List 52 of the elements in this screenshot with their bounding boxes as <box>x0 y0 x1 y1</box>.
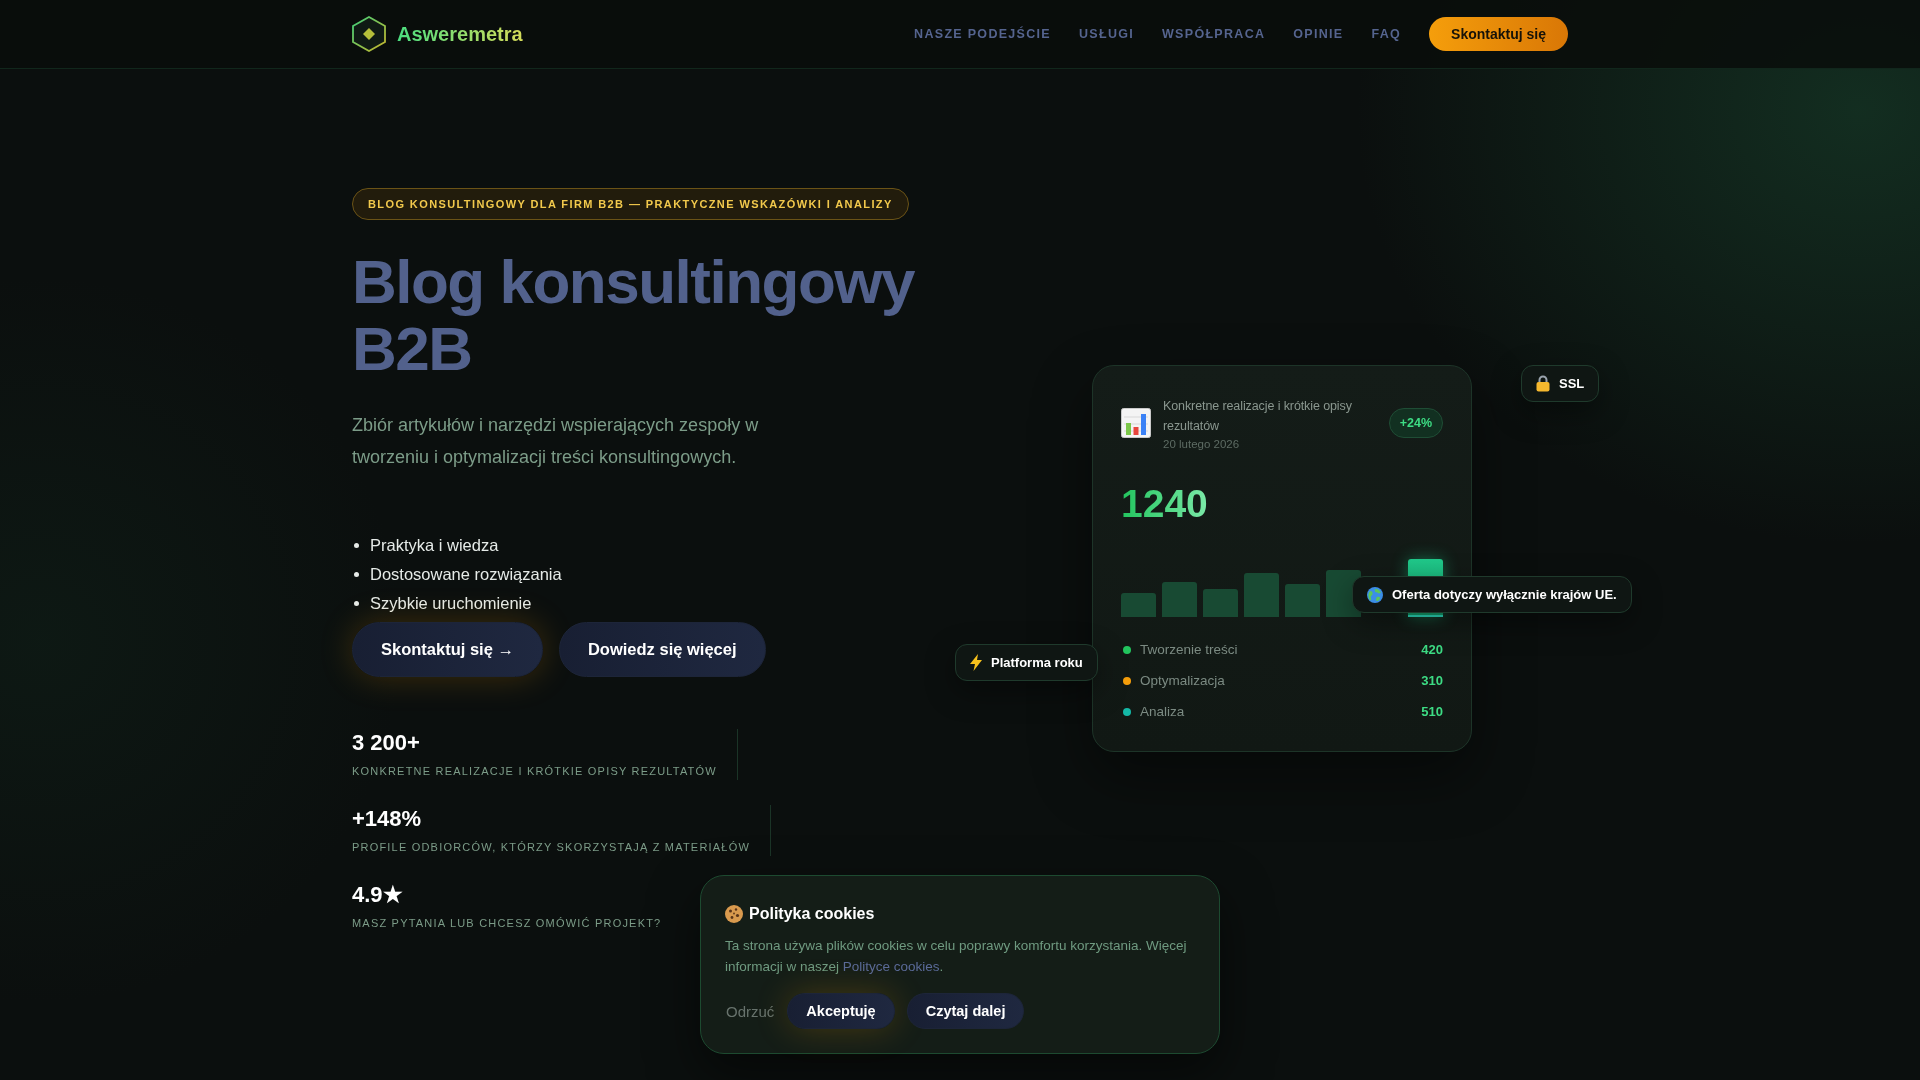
legend-value: 310 <box>1421 673 1443 688</box>
chart-bar <box>1285 584 1320 617</box>
learn-more-button[interactable]: Dowiedz się więcej <box>558 622 766 677</box>
nav-link[interactable]: WSPÓŁPRACA <box>1162 27 1266 41</box>
lightning-icon <box>970 654 982 671</box>
nav-link[interactable]: NASZE PODEJŚCIE <box>914 27 1051 41</box>
chip-label: Oferta dotyczy wyłącznie krajów UE. <box>1392 587 1617 602</box>
nav-link[interactable]: OPINIE <box>1293 27 1344 41</box>
card-title: Konkretne realizacje i krótkie opisy rezultatów <box>1163 398 1353 435</box>
contact-button[interactable]: Skontaktuj się <box>1429 17 1568 51</box>
growth-badge: +24% <box>1388 408 1443 438</box>
read-more-button[interactable]: Czytaj dalej <box>906 993 1025 1029</box>
policy-link[interactable]: Polityce cookies <box>842 959 940 974</box>
card-date: 20 lutego 2026 <box>1163 438 1240 450</box>
stat-label: KONKRETNE REALIZACJE I KRÓTKIE OPISY REZULTATÓW <box>352 764 717 779</box>
stat-value: +148% <box>352 805 423 833</box>
nav-link[interactable]: USŁUGI <box>1079 27 1134 41</box>
accept-button[interactable]: Akceptuję <box>787 993 895 1029</box>
reject-button[interactable]: Odrzuć <box>725 993 776 1029</box>
globe-icon <box>1367 586 1383 603</box>
hero-title: Blog konsultingowy B2B <box>352 248 916 382</box>
legend-value: 420 <box>1421 642 1443 657</box>
feature-text: Szybkie uruchomienie <box>370 594 532 613</box>
hexagon-logo-icon <box>352 16 386 52</box>
legend-label: Optymalizacja <box>1140 673 1225 688</box>
bullet-icon <box>354 601 359 606</box>
hero-subtitle: Zbiór artykułów i narzędzi wspierających zespoły w tworzeniu i optymalizacji treści konsultingowych. <box>352 414 760 469</box>
feature-text: Praktyka i wiedza <box>370 536 499 555</box>
chart-bar <box>1203 589 1238 617</box>
stat-label: PROFILE ODBIORCÓW, KTÓRZY SKORZYSTAJĄ Z MATERIAŁÓW <box>352 840 750 855</box>
legend-value: 510 <box>1421 704 1443 719</box>
cookie-title: Polityka cookies <box>749 905 875 923</box>
stat-value: 4.9★ <box>352 881 404 909</box>
bullet-icon <box>354 543 359 548</box>
chip-label: SSL <box>1559 376 1585 391</box>
legend-label: Tworzenie treści <box>1140 642 1238 657</box>
chart-bar <box>1244 573 1279 617</box>
contact-button[interactable]: Skontaktuj się → <box>352 622 543 677</box>
feature-text: Dostosowane rozwiązania <box>370 565 562 584</box>
cookie-icon <box>725 905 743 923</box>
padlock-icon <box>1536 375 1550 392</box>
chart-bar <box>1121 593 1156 617</box>
legend-label: Analiza <box>1140 704 1185 719</box>
cookie-text: Ta strona używa plików cookies w celu poprawy komfortu korzystania. Więcej informacji w naszej Polityce cookies. <box>725 937 1188 976</box>
nav-link[interactable]: FAQ <box>1371 27 1402 41</box>
chart-bar <box>1162 582 1197 617</box>
bar-chart-icon <box>1121 408 1151 438</box>
bullet-icon <box>354 572 359 577</box>
stat-label: MASZ PYTANIA LUB CHCESZ OMÓWIĆ PROJEKT? <box>352 916 662 931</box>
hero-badge: BLOG KONSULTINGOWY DLA FIRM B2B — PRAKTYCZNE WSKAZÓWKI I ANALIZY <box>352 188 909 220</box>
stat-value: 3 200+ <box>352 729 421 757</box>
chip-label: Platforma roku <box>991 655 1083 670</box>
